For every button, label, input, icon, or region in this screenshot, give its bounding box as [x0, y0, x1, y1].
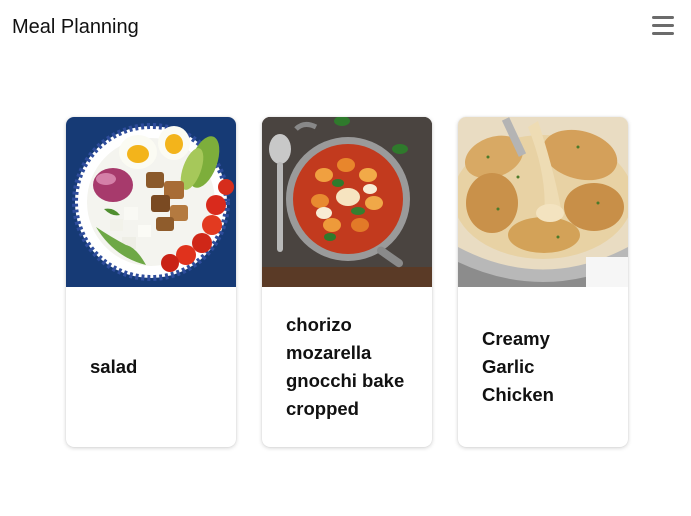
app-header: Meal Planning [0, 0, 691, 56]
recipe-card-creamy-garlic-chicken[interactable]: Creamy Garlic Chicken [458, 117, 628, 447]
recipe-card-gnocchi-bake[interactable]: chorizo mozarella gnocchi bake cropped [262, 117, 432, 447]
gnocchi-bake-photo [262, 117, 432, 287]
recipe-card-title: salad [90, 356, 138, 377]
creamy-chicken-photo [458, 117, 628, 287]
recipe-card-title: Creamy Garlic Chicken [482, 328, 554, 405]
salad-bowl-photo [66, 117, 236, 287]
page-title: Meal Planning [12, 16, 139, 38]
recipe-card-title: chorizo mozarella gnocchi bake cropped [286, 314, 405, 419]
hamburger-menu-icon[interactable] [652, 16, 674, 36]
recipe-card-salad[interactable]: salad [66, 117, 236, 447]
